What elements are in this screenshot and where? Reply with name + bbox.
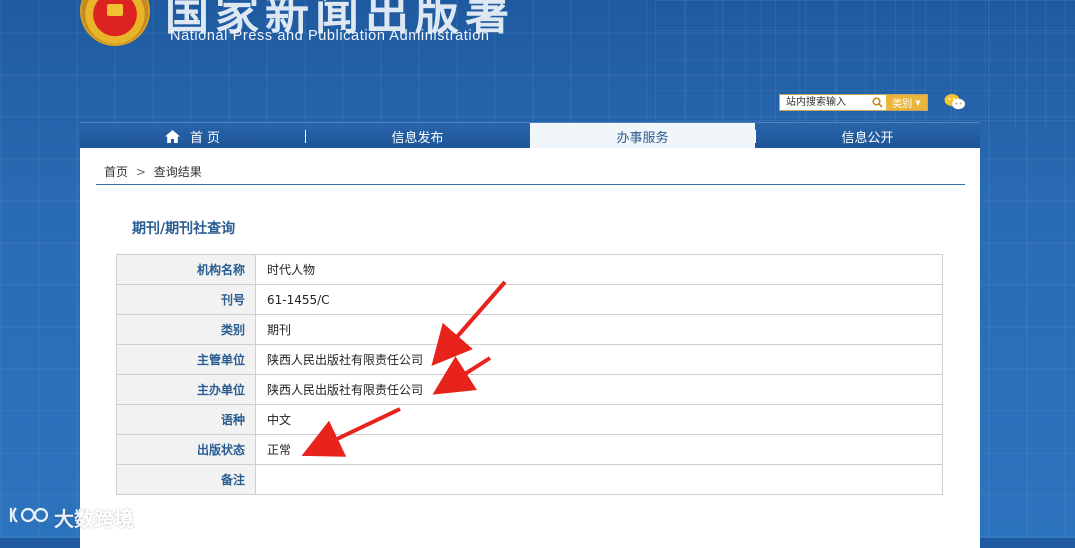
row-value: 61-1455/C: [255, 284, 943, 315]
row-label: 机构名称: [116, 254, 256, 285]
search-input[interactable]: [780, 96, 868, 109]
watermark-text: 大数跨境: [54, 507, 134, 531]
row-value: 时代人物: [255, 254, 943, 285]
category-label: 类别: [892, 99, 913, 110]
breadcrumb-separator: >: [135, 165, 146, 179]
national-emblem-icon: [82, 0, 148, 44]
row-label: 语种: [116, 404, 256, 435]
nav-services[interactable]: 办事服务: [530, 123, 755, 149]
watermark: 大数跨境: [8, 503, 134, 532]
search-bar: 类别 ▼: [779, 94, 928, 111]
table-row: 主管单位 陕西人民出版社有限责任公司: [116, 344, 943, 375]
breadcrumb-home-link[interactable]: 首页: [104, 165, 128, 179]
row-value: 正常: [255, 434, 943, 465]
breadcrumb-divider: [96, 184, 965, 185]
nav-services-label: 办事服务: [616, 130, 669, 146]
nav-home[interactable]: 首 页: [80, 123, 305, 149]
row-label: 备注: [116, 464, 256, 495]
table-row: 刊号 61-1455/C: [116, 284, 943, 315]
nav-info-release-label: 信息发布: [391, 130, 444, 146]
row-label: 出版状态: [116, 434, 256, 465]
result-table: 机构名称 时代人物 刊号 61-1455/C 类别 期刊 主管单位 陕西人民出版社有限责任公司…: [116, 254, 943, 495]
breadcrumb-current: 查询结果: [153, 165, 202, 179]
table-row: 主办单位 陕西人民出版社有限责任公司: [116, 374, 943, 405]
table-row: 出版状态 正常: [116, 434, 943, 465]
wechat-icon[interactable]: [944, 93, 966, 111]
row-value: 陕西人民出版社有限责任公司: [255, 344, 943, 375]
nav-info-public-label: 信息公开: [841, 130, 894, 146]
home-icon: [164, 129, 180, 143]
content-panel: 首页 > 查询结果 期刊/期刊社查询 机构名称 时代人物 刊号 61-1455/C 类别…: [80, 148, 980, 548]
main-nav: 首 页 信息发布 办事服务 信息公开: [80, 122, 980, 149]
chevron-down-icon: ▼: [915, 98, 921, 107]
table-row: 机构名称 时代人物: [116, 254, 943, 285]
site-title-en: National Press and Publication Administr…: [170, 28, 490, 44]
row-label: 主办单位: [116, 374, 256, 405]
table-row: 备注: [116, 464, 943, 495]
table-row: 语种 中文: [116, 404, 943, 435]
table-row: 类别 期刊: [116, 314, 943, 345]
row-value: 陕西人民出版社有限责任公司: [255, 374, 943, 405]
row-value: [255, 464, 943, 495]
row-value: 期刊: [255, 314, 943, 345]
nav-home-label: 首 页: [189, 130, 221, 146]
row-label: 类别: [116, 314, 256, 345]
category-dropdown[interactable]: 类别 ▼: [886, 95, 927, 110]
row-label: 刊号: [116, 284, 256, 315]
nav-info-public[interactable]: 信息公开: [755, 123, 980, 149]
nav-info-release[interactable]: 信息发布: [305, 123, 530, 149]
breadcrumb: 首页 > 查询结果: [104, 163, 202, 180]
search-icon[interactable]: [868, 95, 886, 110]
watermark-logo-icon: [8, 504, 49, 531]
row-value: 中文: [255, 404, 943, 435]
row-label: 主管单位: [116, 344, 256, 375]
page-title: 期刊/期刊社查询: [132, 221, 236, 237]
